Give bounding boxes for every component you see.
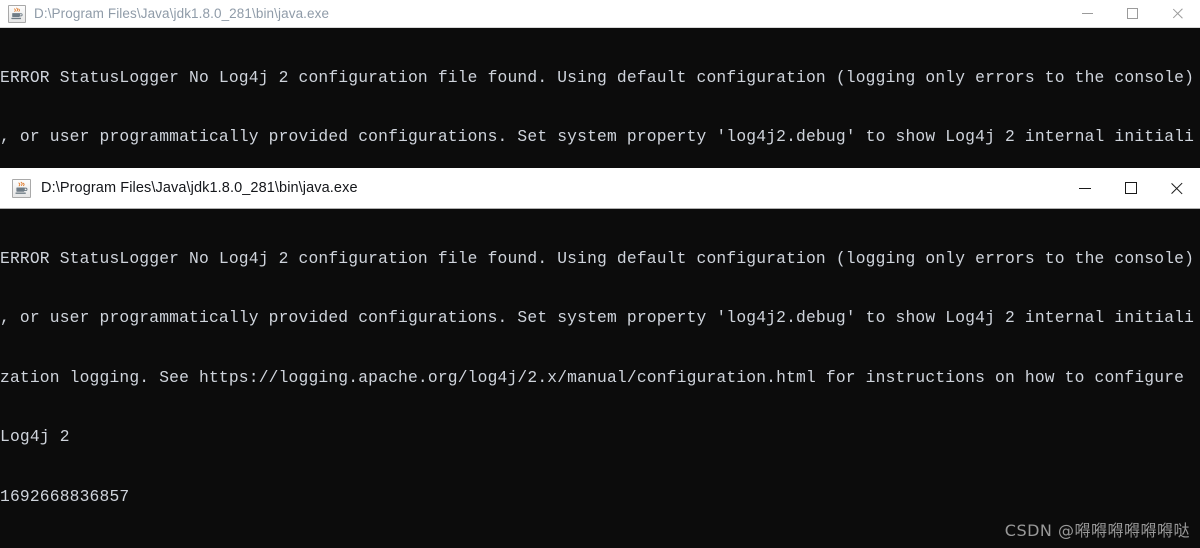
console-line: 1692668836857 [0, 486, 130, 506]
java-coffee-cup-icon [12, 178, 31, 198]
minimize-button-bottom[interactable] [1062, 168, 1108, 208]
maximize-icon [1127, 8, 1138, 19]
maximize-icon [1125, 182, 1137, 194]
minimize-icon [1079, 187, 1091, 189]
csdn-watermark: CSDN @嘚嘚嘚嘚嘚嘚哒 [1004, 521, 1190, 540]
console-line: 1692668837373 [0, 546, 1200, 547]
desktop-screen: D:\Program Files\Java\jdk1.8.0_281\bin\j… [0, 0, 1200, 548]
close-icon [1171, 7, 1184, 20]
titlebar-top[interactable]: D:\Program Files\Java\jdk1.8.0_281\bin\j… [0, 0, 1200, 28]
window-title-bottom: D:\Program Files\Java\jdk1.8.0_281\bin\j… [41, 180, 358, 196]
console-line: ERROR StatusLogger No Log4j 2 configurat… [0, 67, 1195, 87]
window-controls-top [1065, 0, 1200, 27]
console-line: , or user programmatically provided conf… [0, 308, 1195, 328]
window-title-top: D:\Program Files\Java\jdk1.8.0_281\bin\j… [34, 6, 330, 21]
console-line: , or user programmatically provided conf… [0, 127, 1195, 147]
minimize-icon [1082, 13, 1093, 14]
console-output-top[interactable]: ERROR StatusLogger No Log4j 2 configurat… [0, 28, 1200, 167]
close-button-bottom[interactable] [1154, 168, 1200, 208]
maximize-button-bottom[interactable] [1108, 168, 1154, 208]
console-line: ERROR StatusLogger No Log4j 2 configurat… [0, 248, 1195, 268]
window-controls-bottom [1062, 168, 1200, 208]
close-button-top[interactable] [1155, 0, 1200, 27]
minimize-button-top[interactable] [1065, 0, 1110, 27]
java-coffee-cup-icon [8, 4, 26, 23]
maximize-button-top[interactable] [1110, 0, 1155, 27]
console-line: zation logging. See https://logging.apac… [0, 367, 1185, 387]
console-output-bottom[interactable]: ERROR StatusLogger No Log4j 2 configurat… [0, 209, 1200, 547]
titlebar-bottom[interactable]: D:\Program Files\Java\jdk1.8.0_281\bin\j… [0, 168, 1200, 209]
java-console-window-bottom[interactable]: D:\Program Files\Java\jdk1.8.0_281\bin\j… [0, 168, 1200, 548]
close-icon [1170, 181, 1185, 196]
java-console-window-top[interactable]: D:\Program Files\Java\jdk1.8.0_281\bin\j… [0, 0, 1200, 168]
console-line: Log4j 2 [0, 427, 70, 447]
